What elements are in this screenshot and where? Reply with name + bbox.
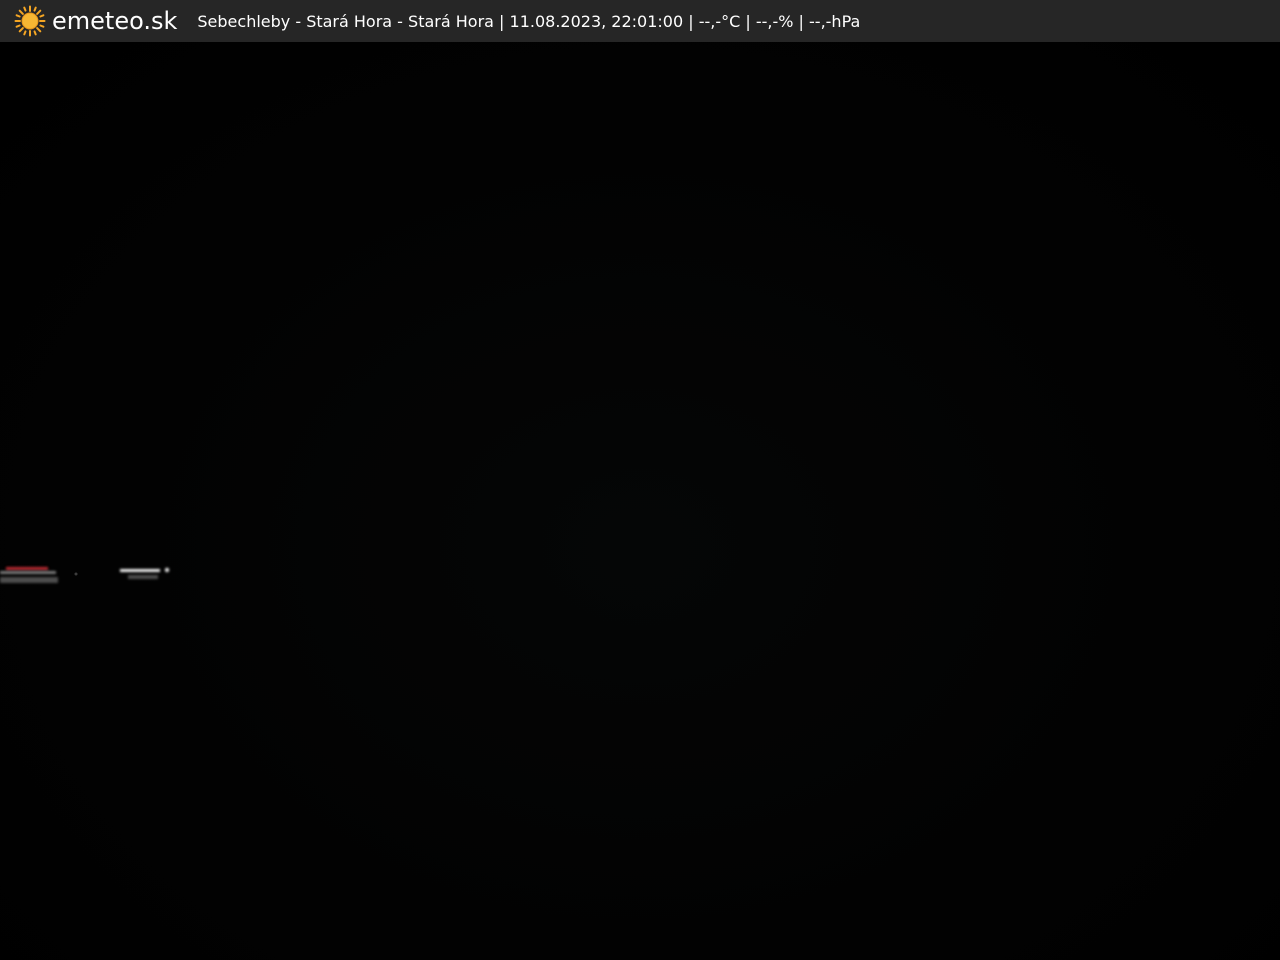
header-bar: emeteo.sk Sebechleby - Stará Hora - Star… — [0, 0, 1280, 42]
distant-light — [74, 572, 78, 576]
vehicle-lights — [0, 567, 170, 583]
taillight-streak — [6, 567, 48, 570]
sun-icon — [14, 5, 46, 37]
road-reflection — [0, 577, 58, 583]
webcam-frame: emeteo.sk Sebechleby - Stará Hora - Star… — [0, 0, 1280, 960]
headlight-point — [164, 567, 170, 573]
night-scene — [0, 42, 1280, 960]
brand-name: emeteo.sk — [52, 7, 178, 35]
headlight-reflection — [128, 575, 158, 579]
headlight-streak — [120, 569, 160, 572]
light-streak — [0, 571, 56, 574]
webcam-caption: Sebechleby - Stará Hora - Stará Hora | 1… — [197, 11, 861, 31]
